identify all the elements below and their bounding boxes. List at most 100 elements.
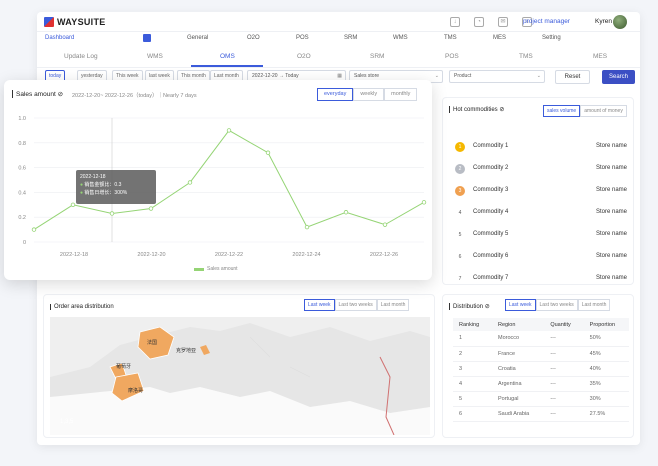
product-select[interactable]: Product ⌄ xyxy=(449,70,545,83)
table-cell: Morocco xyxy=(491,331,545,347)
data-point[interactable] xyxy=(265,150,271,155)
tab-mes[interactable]: MES xyxy=(593,53,607,60)
table-cell: 6 xyxy=(453,406,492,422)
dist-tabs: Last week Last two weeks Last month xyxy=(505,299,611,311)
nav-o2o[interactable]: O2O xyxy=(247,35,260,41)
data-point[interactable] xyxy=(226,128,232,133)
table-cell: --- xyxy=(544,406,584,422)
table-cell: 35% xyxy=(583,376,629,392)
tab-wms[interactable]: WMS xyxy=(147,53,163,60)
hot-list-item[interactable]: 3 Commodity 3 Store name xyxy=(455,185,627,199)
store-name: Store name xyxy=(595,187,627,193)
download-icon[interactable]: ↓ xyxy=(450,17,460,27)
tab-tms[interactable]: TMS xyxy=(519,53,533,60)
product-placeholder: Product xyxy=(454,73,472,79)
tab-last-week[interactable]: Last week xyxy=(304,299,335,311)
table-row[interactable]: 1 Morocco --- 50% xyxy=(453,331,629,347)
table-cell: --- xyxy=(544,391,584,407)
data-point[interactable] xyxy=(70,202,76,207)
table-row[interactable]: 5 Portugal --- 30% xyxy=(453,391,629,407)
logo-text: WAYSUITE xyxy=(57,17,106,27)
table-row[interactable]: 3 Croatia --- 40% xyxy=(453,361,629,377)
data-point[interactable] xyxy=(31,227,37,232)
tab-last-month[interactable]: Last month xyxy=(376,299,410,311)
bell-icon[interactable]: ◔ xyxy=(474,17,484,27)
table-cell: Croatia xyxy=(491,361,545,377)
nav-general[interactable]: General xyxy=(187,35,208,41)
hot-list-item[interactable]: 7 Commodity 7 Store name xyxy=(455,273,627,287)
hot-list-item[interactable]: 4 Commodity 4 Store name xyxy=(455,207,627,221)
search-button[interactable]: Search xyxy=(602,70,635,84)
data-point[interactable] xyxy=(109,211,115,216)
rank-badge: 1 xyxy=(455,142,465,152)
map-label-croatia: 克罗地亚 xyxy=(176,348,197,354)
y-tick-label: 0.8 xyxy=(18,141,26,147)
cube-icon[interactable] xyxy=(143,34,151,42)
chevron-down-icon: ⌄ xyxy=(536,73,541,79)
world-map[interactable]: 法国 克罗地亚 葡萄牙 摩洛哥 1,3,5 xyxy=(50,317,430,436)
order-title: Order area distribution xyxy=(50,304,114,310)
data-point[interactable] xyxy=(304,224,310,230)
tooltip-line2-text: 销售日增长：300% xyxy=(84,190,128,196)
commodity-name: Commodity 3 xyxy=(473,187,509,193)
tab-oms[interactable]: OMS xyxy=(220,53,235,60)
rank-badge: 5 xyxy=(458,232,462,238)
data-point[interactable] xyxy=(343,210,349,215)
hot-list-item[interactable]: 2 Commodity 2 Store name xyxy=(455,163,627,177)
nav-pos[interactable]: POS xyxy=(296,35,309,41)
tab-sales-volume[interactable]: sales volume xyxy=(543,105,581,117)
tab-last-month[interactable]: Last month xyxy=(577,299,611,311)
logo-mark xyxy=(44,17,54,27)
nav-mes[interactable]: MES xyxy=(493,35,506,41)
tab-amount-of-money[interactable]: amount of money xyxy=(580,105,627,117)
sales-amount-card: Sales amount ⊘ 2022-12-20~ 2022-12-26（to… xyxy=(4,80,432,280)
data-point[interactable] xyxy=(421,200,427,205)
eye-off-icon[interactable]: ⊘ xyxy=(499,107,504,113)
table-cell: --- xyxy=(544,376,584,392)
nav-wms[interactable]: WMS xyxy=(393,35,408,41)
tab-o2o[interactable]: O2O xyxy=(297,53,311,60)
tab-last-two-weeks[interactable]: Last two weeks xyxy=(535,299,578,311)
tooltip-date: 2022-12-18 xyxy=(80,174,106,180)
table-row[interactable]: 4 Argentina --- 35% xyxy=(453,376,629,392)
table-row[interactable]: 2 France --- 45% xyxy=(453,346,629,362)
y-tick-label: 0.2 xyxy=(18,215,26,221)
sales-chart[interactable]: 0 0.2 0.4 0.6 0.8 1.0 2022-12-18 2022-12-20 2022… xyxy=(4,80,432,280)
nav-tms[interactable]: TMS xyxy=(444,35,457,41)
top-icons: ↓ ◔ ✉ ≡ xyxy=(450,17,532,27)
hot-list-item[interactable]: 6 Commodity 6 Store name xyxy=(455,251,627,265)
col-region: Region xyxy=(491,318,545,331)
eye-off-icon[interactable]: ⊘ xyxy=(485,304,490,310)
col-quantity: Quantity xyxy=(544,318,584,331)
nav-srm[interactable]: SRM xyxy=(344,35,357,41)
mail-icon[interactable]: ✉ xyxy=(498,17,508,27)
map-watermark: 1,3,5 xyxy=(60,419,74,425)
nav-dashboard[interactable]: Dashboard xyxy=(45,35,74,41)
tab-last-two-weeks[interactable]: Last two weeks xyxy=(334,299,377,311)
reset-button[interactable]: Reset xyxy=(555,70,590,84)
data-point[interactable] xyxy=(382,222,388,227)
avatar[interactable] xyxy=(613,15,627,29)
tab-update-log[interactable]: Update Log xyxy=(64,53,98,60)
data-point[interactable] xyxy=(148,206,154,211)
x-tick-label: 2022-12-22 xyxy=(215,252,243,258)
data-point[interactable] xyxy=(187,180,193,185)
chart-legend: Sales amount xyxy=(194,266,238,272)
user-name[interactable]: Kyren xyxy=(595,18,612,25)
store-name: Store name xyxy=(595,231,627,237)
tab-last-week[interactable]: Last week xyxy=(505,299,536,311)
table-cell: 30% xyxy=(583,391,629,407)
tab-srm[interactable]: SRM xyxy=(370,53,384,60)
table-cell: 5 xyxy=(453,391,492,407)
tab-pos[interactable]: POS xyxy=(445,53,459,60)
table-row[interactable]: 6 Saudi Arabia --- 27.5% xyxy=(453,406,629,422)
tooltip-line2: ● 销售日增长：300% xyxy=(80,190,128,196)
hot-list-item[interactable]: 1 Commodity 1 Store name xyxy=(455,141,627,155)
role-label[interactable]: project manager xyxy=(523,18,570,25)
x-tick-label: 2022-12-18 xyxy=(60,252,88,258)
nav-setting[interactable]: Setting xyxy=(542,35,561,41)
y-tick-label: 1.0 xyxy=(18,116,26,122)
hot-list-item[interactable]: 5 Commodity 5 Store name xyxy=(455,229,627,243)
y-tick-label: 0.6 xyxy=(18,166,26,172)
rank-badge: 2 xyxy=(455,164,465,174)
